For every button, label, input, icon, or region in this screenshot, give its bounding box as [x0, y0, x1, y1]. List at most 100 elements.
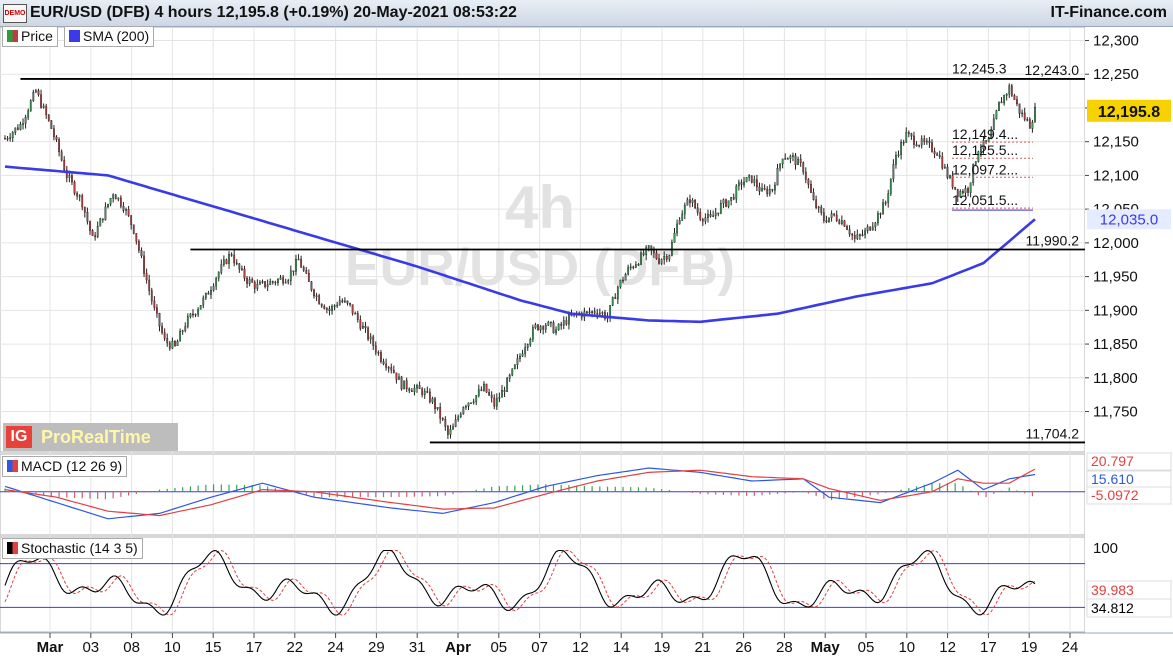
candle	[946, 166, 949, 178]
candle	[668, 255, 671, 260]
candle	[264, 281, 266, 287]
candle	[83, 206, 86, 213]
candle	[1016, 99, 1018, 105]
stochastic-legend[interactable]: Stochastic (14 3 5)	[2, 538, 143, 559]
candle	[24, 116, 27, 124]
candle	[217, 272, 220, 279]
candle	[480, 389, 483, 391]
candle	[503, 389, 506, 392]
x-tick-label: 03	[82, 639, 99, 656]
y-tick-label: 12,250	[1093, 66, 1139, 83]
candle	[246, 277, 248, 284]
candle	[354, 313, 357, 315]
candle	[452, 426, 454, 430]
candle	[297, 258, 300, 261]
candle	[441, 418, 444, 420]
candle	[127, 209, 130, 216]
candle	[318, 295, 321, 305]
candle	[421, 388, 424, 395]
candle	[833, 213, 836, 216]
candle	[423, 391, 426, 395]
candle	[812, 192, 815, 201]
candle	[179, 331, 182, 342]
candle	[501, 389, 503, 398]
candle	[998, 101, 1000, 111]
candle	[392, 369, 395, 374]
stochastic-pane	[0, 536, 1086, 633]
y-tick-label: 11,800	[1093, 370, 1138, 387]
candle	[861, 234, 864, 236]
candle	[462, 407, 465, 415]
candle	[1010, 85, 1013, 96]
candle	[81, 195, 84, 208]
brand-name[interactable]: IT-Finance.com	[1051, 4, 1167, 22]
candle	[869, 226, 872, 231]
candle	[895, 155, 897, 165]
candle	[928, 140, 931, 143]
candle	[925, 140, 928, 143]
candle	[810, 184, 812, 193]
candle	[874, 222, 877, 228]
candle	[622, 279, 624, 282]
candle	[465, 406, 467, 408]
y-tick-label: 12,150	[1093, 134, 1139, 151]
candle	[562, 320, 565, 326]
candle	[449, 429, 452, 435]
candle	[735, 185, 738, 200]
candle	[1023, 112, 1026, 120]
candle	[825, 220, 828, 223]
stochastic-value-label: 39.983	[1091, 582, 1134, 598]
x-tick-label: 24	[1062, 639, 1079, 656]
candle	[470, 402, 472, 404]
x-tick-label: 19	[654, 639, 671, 656]
candle	[683, 205, 686, 215]
legend-sma[interactable]: SMA (200)	[64, 26, 155, 47]
candle	[647, 245, 650, 248]
candle	[233, 254, 236, 264]
candle	[204, 292, 207, 299]
candle	[678, 220, 681, 225]
candle	[380, 352, 382, 362]
fib-level-label: 12,245.3	[952, 60, 1007, 76]
stochastic-legend-label: Stochastic (14 3 5)	[21, 540, 138, 556]
candle	[766, 188, 769, 195]
candle	[55, 136, 58, 140]
level-label: 11,704.2	[1026, 425, 1080, 441]
candle	[168, 342, 171, 349]
x-tick-label: 26	[735, 639, 752, 656]
candle	[727, 200, 730, 207]
candle	[320, 303, 323, 307]
candle	[230, 254, 233, 256]
candle	[295, 259, 297, 272]
macd-legend[interactable]: MACD (12 26 9)	[2, 456, 128, 477]
candle	[22, 123, 24, 125]
candle	[892, 164, 895, 180]
candle	[619, 279, 622, 288]
candle	[202, 297, 205, 306]
candle	[207, 292, 210, 295]
legend-price[interactable]: Price	[2, 26, 58, 47]
candle	[444, 418, 447, 427]
candle	[310, 281, 313, 291]
candle	[305, 270, 308, 274]
sma-value-label: 12,035.0	[1100, 211, 1158, 228]
candle	[292, 270, 295, 272]
candle	[732, 196, 735, 200]
x-tick-label: 22	[286, 639, 303, 656]
candle	[508, 374, 511, 379]
candle	[76, 193, 79, 197]
candle	[284, 281, 287, 284]
candle	[853, 234, 856, 239]
stochastic-tick-label: 100	[1093, 540, 1118, 557]
candle	[107, 203, 109, 208]
candle	[835, 214, 838, 221]
candle	[840, 220, 843, 224]
candle	[694, 199, 697, 209]
candle	[923, 138, 926, 143]
candle	[181, 330, 184, 332]
candle	[905, 132, 908, 143]
candle	[521, 353, 524, 357]
candle	[864, 230, 866, 235]
prorealtime-logo: IG ProRealTime	[3, 423, 178, 451]
candle	[565, 320, 568, 325]
